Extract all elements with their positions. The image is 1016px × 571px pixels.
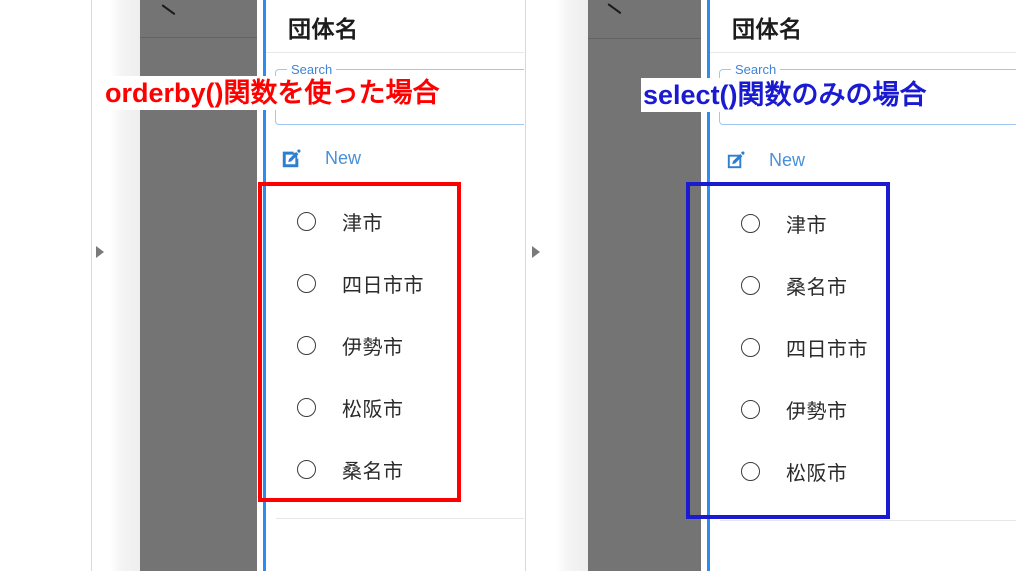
window-left-edge: [525, 0, 526, 571]
window-left-edge: [91, 0, 92, 571]
list-item-label: 津市: [786, 214, 827, 237]
organization-list-left: 津市 四日市市 伊勢市 松阪市 桑名市: [266, 190, 524, 500]
list-item[interactable]: 津市: [710, 192, 1016, 254]
radio-unchecked-icon[interactable]: [741, 275, 760, 295]
list-item[interactable]: 桑名市: [710, 254, 1016, 316]
expand-triangle-icon-left[interactable]: [96, 246, 104, 258]
list-item[interactable]: 伊勢市: [266, 314, 524, 376]
title-divider-left: [266, 52, 524, 53]
screenshot-stage: 団体名 Search New 津市 四日市市 伊勢市 松阪市 桑名市 order…: [0, 0, 1016, 571]
list-item-label: 四日市市: [342, 274, 424, 297]
radio-unchecked-icon[interactable]: [741, 461, 760, 481]
list-item[interactable]: 四日市市: [710, 316, 1016, 378]
expand-triangle-icon-right[interactable]: [532, 246, 540, 258]
compose-edit-icon-right: [724, 149, 747, 172]
list-item-label: 伊勢市: [786, 400, 848, 423]
radio-unchecked-icon[interactable]: [297, 459, 316, 479]
screenshot-left: 団体名 Search New 津市 四日市市 伊勢市 松阪市 桑名市 order…: [0, 0, 524, 571]
radio-unchecked-icon[interactable]: [297, 335, 316, 355]
gradient-strip-right: [556, 0, 588, 571]
annotation-caption-left: orderby()関数を使った場合: [103, 76, 442, 110]
backdrop-divider-left: [140, 37, 257, 38]
list-item[interactable]: 桑名市: [266, 438, 524, 500]
dialog-title-right: 団体名: [732, 16, 803, 42]
list-item-label: 津市: [342, 212, 383, 235]
radio-unchecked-icon[interactable]: [741, 213, 760, 233]
list-bottom-divider-right: [720, 520, 1016, 521]
annotation-caption-right: select()関数のみの場合: [641, 78, 929, 112]
organization-list-right: 津市 桑名市 四日市市 伊勢市 松阪市: [710, 192, 1016, 502]
list-item-label: 桑名市: [786, 276, 848, 299]
list-item[interactable]: 津市: [266, 190, 524, 252]
title-divider-right: [710, 52, 1016, 53]
radio-unchecked-icon[interactable]: [297, 397, 316, 417]
new-action-label-right: New: [769, 150, 806, 170]
list-bottom-divider-left: [276, 518, 524, 519]
dialog-title-left: 団体名: [288, 16, 359, 42]
cursor-stroke-mark-left: [161, 4, 176, 16]
list-item-label: 松阪市: [342, 398, 404, 421]
list-item[interactable]: 松阪市: [266, 376, 524, 438]
search-field-label-right: Search: [731, 61, 781, 79]
list-item[interactable]: 四日市市: [266, 252, 524, 314]
cursor-stroke-mark-right: [607, 3, 622, 15]
compose-edit-icon-left: [280, 147, 303, 170]
new-action-row-right[interactable]: New: [724, 149, 805, 172]
radio-unchecked-icon[interactable]: [297, 211, 316, 231]
radio-unchecked-icon[interactable]: [741, 337, 760, 357]
list-item-label: 松阪市: [786, 462, 848, 485]
list-item-label: 四日市市: [786, 338, 868, 361]
radio-unchecked-icon[interactable]: [297, 273, 316, 293]
list-item[interactable]: 伊勢市: [710, 378, 1016, 440]
list-item[interactable]: 松阪市: [710, 440, 1016, 502]
radio-unchecked-icon[interactable]: [741, 399, 760, 419]
screenshot-right: 団体名 Search New 津市 桑名市 四日市市 伊勢市 松阪市 selec…: [524, 0, 1016, 571]
list-item-label: 伊勢市: [342, 336, 404, 359]
new-action-label-left: New: [325, 148, 362, 168]
list-item-label: 桑名市: [342, 460, 404, 483]
new-action-row-left[interactable]: New: [280, 147, 361, 170]
backdrop-divider-right: [588, 38, 701, 39]
